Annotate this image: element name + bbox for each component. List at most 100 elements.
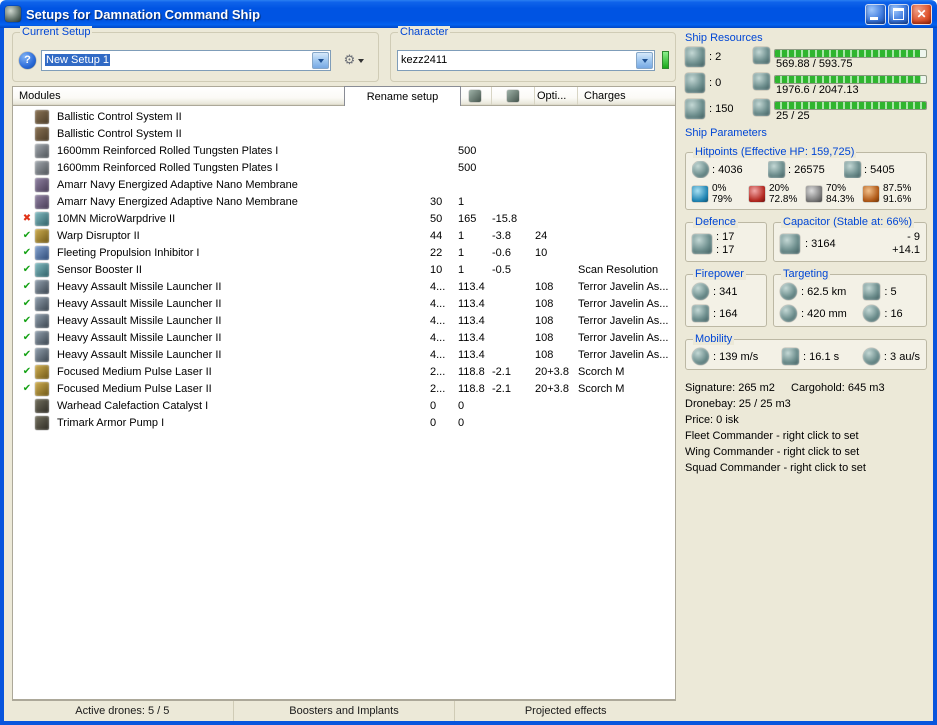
- hull-hp-value: : 5405: [864, 163, 895, 176]
- module-charge-name: Terror Javelin As...: [578, 280, 669, 293]
- module-row[interactable]: Warhead Calefaction Catalyst I 0 0: [13, 397, 675, 414]
- column-header-cpu[interactable]: [458, 87, 492, 105]
- hull-hp-icon: [844, 161, 861, 178]
- module-row[interactable]: ✔ Heavy Assault Missile Launcher II 4...…: [13, 278, 675, 295]
- squad-commander-slot[interactable]: Squad Commander - right click to set: [685, 460, 927, 476]
- module-row[interactable]: Amarr Navy Energized Adaptive Nano Membr…: [13, 193, 675, 210]
- missile-launcher-icon: [35, 296, 49, 311]
- defence-capacitor-row: Defence : 17 : 17 Capacitor (Stable at: …: [685, 216, 927, 262]
- ballistic-control-icon: [35, 109, 49, 124]
- module-charge-name: Terror Javelin As...: [578, 348, 669, 361]
- rig-armor-icon: [35, 415, 49, 430]
- title-bar[interactable]: Setups for Damnation Command Ship: [0, 0, 937, 28]
- cpu-value: 569.88 / 593.75: [776, 58, 853, 70]
- shield-hp-icon: [692, 161, 709, 178]
- active-check-icon: ✔: [22, 365, 32, 377]
- module-row[interactable]: ✔ Heavy Assault Missile Launcher II 4...…: [13, 346, 675, 363]
- module-cpu-value: 0: [430, 416, 437, 429]
- defence-box: Defence : 17 : 17: [685, 216, 767, 262]
- module-name: 1600mm Reinforced Rolled Tungsten Plates…: [57, 144, 279, 157]
- capacitor-box: Capacitor (Stable at: 66%) : 3164 - 9 +1…: [773, 216, 927, 262]
- character-label: Character: [398, 26, 451, 38]
- setup-tools-button[interactable]: ⚙: [336, 50, 372, 71]
- module-optimal-value: 20+3.8: [535, 382, 569, 395]
- module-row[interactable]: ✔ Heavy Assault Missile Launcher II 4...…: [13, 295, 675, 312]
- column-header-charges[interactable]: Charges: [578, 87, 675, 105]
- character-select[interactable]: kezz2411: [397, 49, 655, 71]
- character-select-value: kezz2411: [401, 54, 448, 66]
- module-optimal-value: 24: [535, 229, 548, 242]
- turret-slots-value: : 2: [709, 51, 722, 63]
- kinetic-resist: 70% 84.3%: [806, 183, 863, 205]
- mobility-label: Mobility: [693, 333, 735, 345]
- module-name: Ballistic Control System II: [57, 110, 182, 123]
- module-row[interactable]: ✔ Fleeting Propulsion Inhibitor I 22 1 -…: [13, 244, 675, 261]
- close-button[interactable]: [911, 3, 932, 25]
- maximize-button[interactable]: [888, 3, 909, 25]
- sensor-strength-value: : 16: [884, 307, 903, 320]
- module-row[interactable]: ✔ Focused Medium Pulse Laser II 2... 118…: [13, 363, 675, 380]
- thermal-shield-resist: 20%: [769, 183, 790, 194]
- rename-setup-tab[interactable]: Rename setup: [344, 86, 461, 106]
- capacitor-icon: [780, 234, 800, 254]
- offline-x-icon: ✖: [22, 212, 32, 224]
- module-row[interactable]: ✔ Heavy Assault Missile Launcher II 4...…: [13, 312, 675, 329]
- module-row[interactable]: ✔ Sensor Booster II 10 1 -0.5 Scan Resol…: [13, 261, 675, 278]
- scan-resolution-value: : 420 mm: [801, 307, 847, 320]
- hitpoints-label[interactable]: Hitpoints (Effective HP: 159,725): [693, 146, 857, 158]
- explosive-shield-resist: 87.5%: [883, 183, 912, 194]
- column-header-optimal[interactable]: Opti...: [535, 87, 578, 105]
- chevron-down-icon[interactable]: [636, 51, 653, 69]
- armor-hp-icon: [768, 161, 785, 178]
- defence-top-value: : 17: [716, 231, 735, 243]
- help-icon[interactable]: [19, 51, 36, 69]
- minimize-button[interactable]: [865, 3, 886, 25]
- module-cpu-value: 10: [430, 263, 443, 276]
- defence-label: Defence: [693, 216, 738, 228]
- chevron-down-icon[interactable]: [312, 51, 329, 69]
- fleet-commander-slot[interactable]: Fleet Commander - right click to set: [685, 428, 927, 444]
- warp-disruptor-icon: [35, 228, 49, 243]
- module-cpu-value: 2...: [430, 365, 446, 378]
- missile-launcher-icon: [35, 279, 49, 294]
- module-row[interactable]: ✔ Focused Medium Pulse Laser II 2... 118…: [13, 380, 675, 397]
- active-check-icon: ✔: [22, 297, 32, 309]
- module-row[interactable]: Ballistic Control System II: [13, 108, 675, 125]
- setup-select[interactable]: New Setup 1: [41, 49, 331, 71]
- module-cap-value: -2.1: [492, 365, 511, 378]
- module-row[interactable]: Amarr Navy Energized Adaptive Nano Membr…: [13, 176, 675, 193]
- module-powergrid-value: 500: [458, 161, 477, 174]
- module-name: 10MN MicroWarpdrive II: [57, 212, 176, 225]
- module-row[interactable]: Ballistic Control System II: [13, 125, 675, 142]
- column-header-powergrid[interactable]: [492, 87, 535, 105]
- sensor-strength-icon: [863, 305, 881, 322]
- module-row[interactable]: ✔ Warp Disruptor II 44 1 -3.8 24: [13, 227, 675, 244]
- module-cpu-value: 4...: [430, 297, 446, 310]
- wing-commander-slot[interactable]: Wing Commander - right click to set: [685, 444, 927, 460]
- pulse-laser-icon: [35, 364, 49, 379]
- modules-panel: Modules Opti... Charges Rename setup Bal…: [12, 86, 676, 721]
- left-pane: Current Setup New Setup 1 ⚙ Character ke…: [4, 26, 676, 721]
- module-row[interactable]: ✖ 10MN MicroWarpdrive II 50 165 -15.8: [13, 210, 675, 227]
- tab-boosters-implants[interactable]: Boosters and Implants: [234, 701, 456, 721]
- missile-launcher-icon: [35, 347, 49, 362]
- current-setup-label: Current Setup: [20, 26, 93, 38]
- capacitor-amount: : 3164: [805, 238, 836, 250]
- module-row[interactable]: 1600mm Reinforced Rolled Tungsten Plates…: [13, 159, 675, 176]
- firepower-box: Firepower : 341 : 164: [685, 268, 767, 327]
- module-row[interactable]: 1600mm Reinforced Rolled Tungsten Plates…: [13, 142, 675, 159]
- module-row[interactable]: Trimark Armor Pump I 0 0: [13, 414, 675, 431]
- wrench-icon: ⚙: [343, 52, 356, 67]
- capacitor-drain: - 9: [907, 231, 920, 243]
- module-name: Heavy Assault Missile Launcher II: [57, 331, 222, 344]
- powergrid-bar: [774, 75, 927, 84]
- warp-speed-icon: [862, 348, 880, 365]
- tab-projected-effects[interactable]: Projected effects: [455, 701, 676, 721]
- module-row[interactable]: ✔ Heavy Assault Missile Launcher II 4...…: [13, 329, 675, 346]
- adaptive-membrane-icon: [35, 194, 49, 209]
- tab-active-drones[interactable]: Active drones: 5 / 5: [12, 701, 234, 721]
- ship-stats-text: Signature: 265 m2 Cargohold: 645 m3 Dron…: [685, 380, 927, 476]
- module-powergrid-value: 113.4: [458, 348, 485, 361]
- stasis-web-icon: [35, 245, 49, 260]
- module-powergrid-value: 1: [458, 229, 465, 242]
